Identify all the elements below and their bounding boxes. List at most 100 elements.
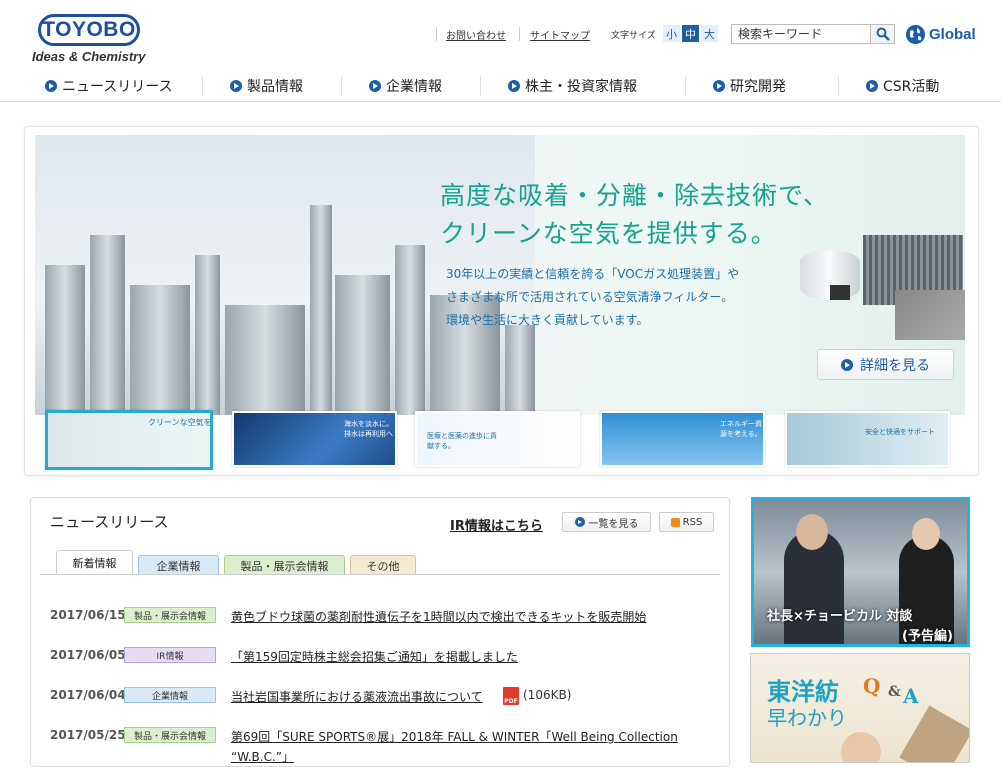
news-category-badge: 製品・展示会情報	[124, 727, 216, 743]
hero-body-line: 30年以上の実績と信頼を誇る「VOCガス処理装置」や	[446, 267, 740, 281]
hero-body-line: さまざまな所で活用されている空気清浄フィルター。	[446, 290, 734, 304]
arrow-circle-icon	[45, 80, 57, 92]
news-link[interactable]: 当社岩国事業所における薬液流出事故について	[231, 688, 483, 705]
ir-link[interactable]: IR情報はこちら	[450, 515, 543, 534]
thumbnail-water[interactable]: 海水を淡水に。排水は再利用へ	[232, 411, 397, 467]
faq-banner-subtitle: 早わかり	[767, 706, 847, 730]
hero-body-line: 環境や生活に大きく貢献しています。	[446, 313, 649, 327]
arrow-circle-icon	[574, 517, 585, 527]
nav-item-label: 企業情報	[386, 79, 442, 95]
filter-sheet-image	[895, 290, 965, 340]
detail-button-label: 詳細を見る	[860, 357, 930, 374]
tab-latest[interactable]: 新着情報	[56, 550, 133, 575]
nav-divider	[480, 76, 481, 96]
faq-q-glyph: Q	[863, 674, 881, 698]
news-category-badge: 製品・展示会情報	[124, 607, 216, 623]
rss-label: RSS	[682, 516, 703, 528]
thumbnail-caption: 医療と医薬の進歩に貢献する。	[427, 432, 497, 450]
search-button[interactable]	[871, 24, 895, 44]
rss-button[interactable]: RSS	[659, 512, 714, 532]
nav-item-investors[interactable]: 株主・投資家情報	[508, 73, 637, 99]
news-category-badge: IR情報	[124, 647, 216, 663]
arrow-circle-icon	[508, 80, 520, 92]
news-item: 2017/05/25 製品・展示会情報 第69回「SURE SPORTS®展」2…	[50, 727, 720, 745]
thumbnail-caption: 海水を淡水に。排水は再利用へ	[344, 420, 393, 438]
banner-roll-image	[899, 705, 969, 762]
guest-face	[912, 518, 940, 550]
globe-icon[interactable]	[906, 25, 925, 44]
hero-headline: クリーンな空気を提供する。	[440, 219, 777, 248]
carousel-thumbnails: クリーンな空気を 海水を淡水に。排水は再利用へ 医療と医薬の進歩に貢献する。 エ…	[35, 405, 965, 470]
arrow-circle-icon	[369, 80, 381, 92]
thumbnail-caption: クリーンな空気を	[148, 418, 212, 427]
news-item: 2017/06/04 企業情報 当社岩国事業所における薬液流出事故について PD…	[50, 687, 720, 705]
nav-item-label: 研究開発	[730, 79, 786, 95]
news-item: 2017/06/05 IR情報 「第159回定時株主総会招集ご通知」を掲載しまし…	[50, 647, 720, 665]
nav-item-company[interactable]: 企業情報	[369, 73, 442, 99]
nav-item-label: CSR活動	[883, 79, 940, 95]
file-size: (106KB)	[523, 688, 572, 702]
thumbnail-medical[interactable]: 医療と医薬の進歩に貢献する。	[415, 411, 580, 467]
font-size-medium-button[interactable]: 中	[682, 25, 699, 42]
toyobo-logo[interactable]: TOYOBO	[38, 14, 140, 46]
nav-item-rd[interactable]: 研究開発	[713, 73, 786, 99]
banner-person-image	[841, 732, 881, 762]
dialogue-banner-subtitle: (予告編)	[902, 629, 953, 644]
thumbnail-clean-air[interactable]: クリーンな空気を	[45, 410, 213, 470]
rss-icon	[670, 517, 680, 527]
pdf-icon[interactable]: PDF	[503, 687, 519, 705]
nav-item-label: ニュースリリース	[62, 79, 173, 95]
global-link[interactable]: Global	[929, 26, 976, 43]
thumbnail-caption: エネルギー資源を考える。	[720, 420, 762, 438]
faq-amp-glyph: &	[888, 684, 901, 700]
nav-item-label: 製品情報	[247, 79, 303, 95]
main-nav: ニュースリリース 製品情報 企業情報 株主・投資家情報 研究開発 CSR活動	[0, 70, 1001, 102]
nav-divider	[341, 76, 342, 96]
filter-block-image	[830, 285, 850, 300]
arrow-circle-icon	[866, 80, 878, 92]
arrow-circle-icon	[841, 358, 853, 371]
news-date: 2017/06/15	[50, 608, 126, 622]
news-date: 2017/06/05	[50, 648, 126, 662]
nav-divider	[685, 76, 686, 96]
sitemap-link[interactable]: サイトマップ	[530, 27, 590, 42]
tab-products[interactable]: 製品・展示会情報	[224, 555, 345, 575]
news-date: 2017/05/25	[50, 728, 126, 742]
nav-item-csr[interactable]: CSR活動	[866, 73, 939, 99]
contact-link[interactable]: お問い合わせ	[446, 27, 506, 42]
news-link[interactable]: 第69回「SURE SPORTS®展」2018年 FALL & WINTER「W…	[231, 728, 678, 745]
site-header: TOYOBO Ideas & Chemistry お問い合わせ サイトマップ 文…	[0, 0, 1001, 102]
font-size-label: 文字サイズ	[611, 31, 656, 41]
thumbnail-energy[interactable]: エネルギー資源を考える。	[600, 411, 765, 467]
nav-item-news[interactable]: ニュースリリース	[45, 73, 173, 99]
news-category-badge: 企業情報	[124, 687, 216, 703]
faq-a-glyph: A	[903, 684, 919, 708]
hero-headline: 高度な吸着・分離・除去技術で、	[440, 181, 830, 210]
tabs-divider	[40, 574, 720, 575]
tab-other[interactable]: その他	[350, 555, 416, 575]
thumbnail-safety[interactable]: 安全と快適をサポート	[785, 411, 950, 467]
thumbnail-caption: 安全と快適をサポート	[865, 428, 935, 436]
font-size-small-button[interactable]: 小	[663, 25, 680, 42]
president-face	[796, 514, 828, 550]
news-title: ニュースリリース	[50, 513, 169, 531]
font-size-large-button[interactable]: 大	[701, 25, 718, 42]
news-item: 2017/06/15 製品・展示会情報 黄色ブドウ球菌の薬剤耐性遺伝子を1時間以…	[50, 607, 720, 625]
news-link[interactable]: 「第159回定時株主総会招集ご通知」を掲載しました	[231, 648, 518, 665]
tab-corporate[interactable]: 企業情報	[138, 555, 219, 575]
nav-divider	[838, 76, 839, 96]
news-link[interactable]: 黄色ブドウ球菌の薬剤耐性遺伝子を1時間以内で検出できるキットを販売開始	[231, 608, 646, 625]
detail-button[interactable]: 詳細を見る	[817, 349, 954, 380]
util-divider	[436, 27, 437, 41]
nav-item-label: 株主・投資家情報	[525, 79, 637, 95]
util-divider	[519, 27, 520, 41]
dialogue-banner-title: 社長×チョービカル 対談	[767, 609, 913, 624]
view-list-label: 一覧を見る	[588, 518, 639, 530]
view-list-button[interactable]: 一覧を見る	[562, 512, 651, 532]
search-input[interactable]	[731, 24, 871, 44]
arrow-circle-icon	[230, 80, 242, 92]
news-date: 2017/06/04	[50, 688, 126, 702]
nav-divider	[202, 76, 203, 96]
arrow-circle-icon	[713, 80, 725, 92]
nav-item-products[interactable]: 製品情報	[230, 73, 303, 99]
